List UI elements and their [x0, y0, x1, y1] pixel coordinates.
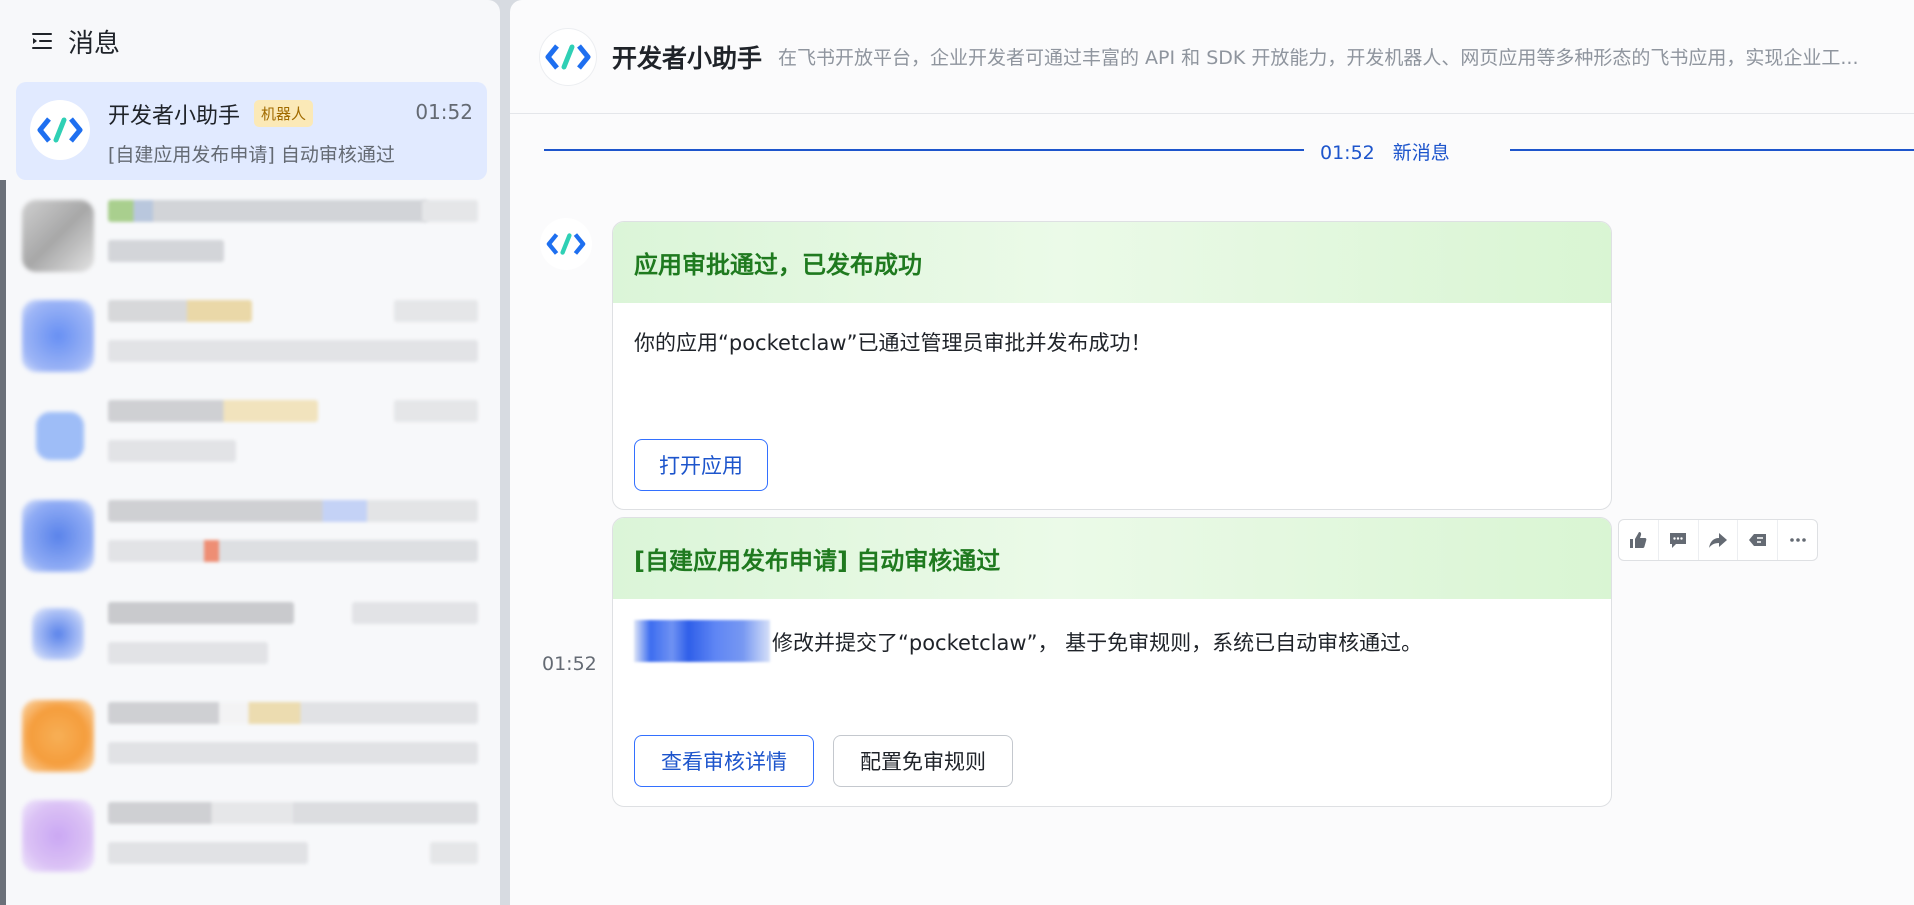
reply-icon[interactable] [1738, 520, 1779, 560]
avatar [22, 300, 94, 372]
chat-time: 01:52 [415, 100, 473, 124]
chat-header: 开发者小助手 在飞书开放平台，企业开发者可通过丰富的 API 和 SDK 开放能… [510, 0, 1914, 114]
open-app-button[interactable]: 打开应用 [634, 439, 768, 491]
message-card-approved: 应用审批通过，已发布成功 你的应用“pocketclaw”已通过管理员审批并发布… [612, 221, 1612, 510]
list-item[interactable] [22, 796, 482, 874]
list-item[interactable] [22, 196, 482, 274]
redacted-text [108, 500, 478, 522]
avatar [22, 800, 94, 872]
developer-logo-icon [546, 233, 586, 255]
thumbs-up-icon[interactable] [1619, 520, 1659, 560]
redacted-text [108, 642, 268, 664]
message-card-auto-review: [自建应用发布申请] 自动审核通过 修改并提交了“pocketclaw”， 基于… [612, 517, 1612, 807]
card-body: 修改并提交了“pocketclaw”， 基于免审规则，系统已自动审核通过。 [613, 599, 1611, 665]
card-header: [自建应用发布申请] 自动审核通过 [613, 518, 1611, 599]
sidebar: 消息 开发者小助手 机器人 01:52 [自建应用发布申请] 自动审核通过 [0, 0, 500, 905]
redacted-text [352, 602, 478, 624]
avatar [36, 412, 84, 460]
redacted-text [422, 200, 478, 222]
redacted-text [108, 702, 478, 724]
redacted-text [108, 240, 224, 262]
avatar [22, 500, 94, 572]
redacted-text [108, 200, 428, 222]
comment-icon[interactable] [1659, 520, 1699, 560]
forward-icon[interactable] [1699, 520, 1739, 560]
redacted-text [108, 400, 318, 422]
redacted-text [394, 300, 478, 322]
redacted-text [108, 802, 478, 824]
list-item[interactable] [22, 696, 482, 774]
list-item[interactable] [22, 396, 482, 474]
card-title: [自建应用发布申请] 自动审核通过 [634, 547, 1001, 575]
avatar[interactable] [540, 218, 592, 270]
redacted-text [108, 842, 308, 864]
divider-time: 01:52 [1320, 142, 1375, 164]
redacted-text [394, 400, 478, 422]
menu-collapse-icon[interactable] [30, 29, 54, 53]
chat-title: 开发者小助手 [612, 43, 763, 73]
card-header: 应用审批通过，已发布成功 [613, 222, 1611, 303]
redacted-user-name [634, 620, 770, 662]
divider-line [1510, 149, 1914, 151]
chat-name: 开发者小助手 [108, 104, 241, 129]
redacted-text [108, 742, 478, 764]
avatar[interactable] [540, 28, 596, 85]
configure-exemption-rules-button[interactable]: 配置免审规则 [833, 735, 1013, 787]
card-body: 你的应用“pocketclaw”已通过管理员审批并发布成功！ [634, 331, 1152, 355]
avatar [30, 100, 90, 160]
redacted-text [108, 440, 236, 462]
avatar [22, 700, 94, 772]
list-item[interactable] [22, 296, 482, 374]
developer-logo-icon [545, 43, 591, 70]
chat-preview: [自建应用发布申请] 自动审核通过 [108, 144, 395, 166]
chat-description: 在飞书开放平台，企业开发者可通过丰富的 API 和 SDK 开放能力，开发机器人… [778, 47, 1859, 69]
avatar [22, 200, 94, 272]
more-icon[interactable] [1778, 520, 1817, 560]
list-item[interactable] [22, 496, 482, 574]
card-title: 应用审批通过，已发布成功 [634, 251, 922, 279]
redacted-text [108, 300, 252, 322]
redacted-text [108, 340, 478, 362]
divider-label: 新消息 [1392, 142, 1450, 164]
divider-line [544, 149, 1304, 151]
card-body-text: 修改并提交了“pocketclaw”， 基于免审规则，系统已自动审核通过。 [772, 631, 1423, 655]
chat-panel: 开发者小助手 在飞书开放平台，企业开发者可通过丰富的 API 和 SDK 开放能… [510, 0, 1914, 905]
redacted-text [108, 602, 294, 624]
chat-item-developer-assistant[interactable]: 开发者小助手 机器人 01:52 [自建应用发布申请] 自动审核通过 [16, 82, 487, 180]
new-message-divider: 01:52 新消息 [544, 138, 1914, 164]
bot-badge: 机器人 [254, 100, 314, 127]
sidebar-left-edge [0, 180, 6, 905]
view-review-details-button[interactable]: 查看审核详情 [634, 735, 814, 787]
redacted-text [108, 540, 478, 562]
message-action-toolbar [1618, 519, 1818, 561]
message-time: 01:52 [542, 653, 597, 675]
list-item[interactable] [22, 596, 482, 674]
avatar [32, 608, 84, 660]
sidebar-header: 消息 [0, 0, 500, 82]
sidebar-title: 消息 [68, 28, 121, 59]
redacted-text [430, 842, 478, 864]
developer-logo-icon [37, 117, 83, 143]
